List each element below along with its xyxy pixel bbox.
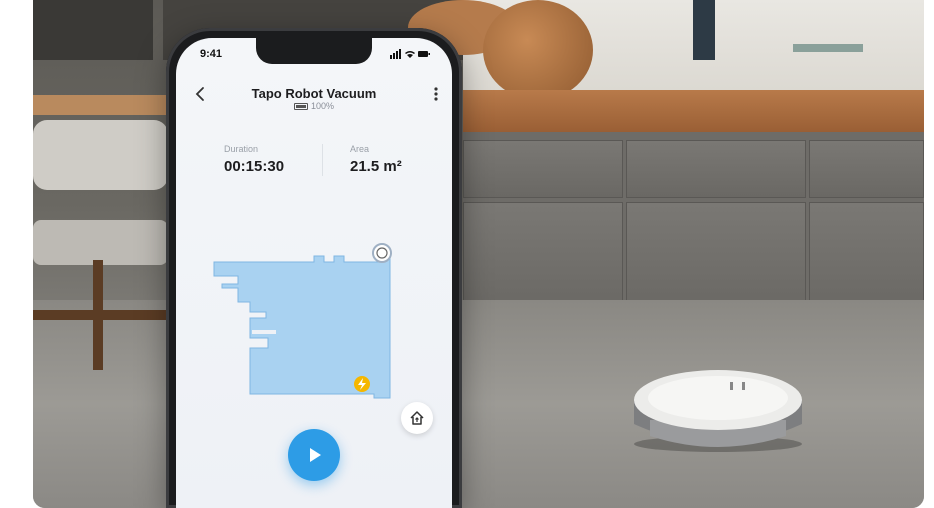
drawer xyxy=(626,202,806,312)
phone-notch xyxy=(256,38,372,64)
battery-icon xyxy=(293,103,308,111)
window-frame xyxy=(33,0,153,60)
robot-position-marker xyxy=(372,243,392,263)
app-screen: 9:41 Tapo Robot Vacuum 100% Duration 00:… xyxy=(176,38,452,508)
home-icon xyxy=(410,411,424,425)
more-vertical-icon xyxy=(434,87,438,101)
more-options-button[interactable] xyxy=(434,86,438,107)
phone-frame: 9:41 Tapo Robot Vacuum 100% Duration 00:… xyxy=(166,28,462,508)
drawer xyxy=(626,140,806,198)
area-value: 21.5 m² xyxy=(350,158,402,175)
charging-dock-marker xyxy=(354,376,370,392)
drawer xyxy=(809,140,924,198)
return-home-button[interactable] xyxy=(401,402,433,434)
page-title: Tapo Robot Vacuum xyxy=(251,86,377,101)
drawer xyxy=(809,202,924,312)
chair xyxy=(33,120,168,370)
cabinet xyxy=(463,132,924,320)
area-label: Area xyxy=(350,144,370,154)
drawer xyxy=(463,140,623,198)
status-icons xyxy=(390,49,430,59)
counter-top xyxy=(463,90,924,132)
status-time: 9:41 xyxy=(200,48,223,60)
play-icon xyxy=(310,448,321,462)
cleaning-map[interactable] xyxy=(212,218,402,403)
bottle xyxy=(693,0,715,60)
drawer xyxy=(463,202,623,312)
battery-percent: 100% xyxy=(310,101,335,111)
duration-label: Duration xyxy=(224,144,259,154)
duration-value: 00:15:30 xyxy=(224,158,285,175)
book xyxy=(793,44,863,52)
wooden-vase xyxy=(483,0,593,100)
marketing-scene: 9:41 Tapo Robot Vacuum 100% Duration 00:… xyxy=(0,0,934,508)
battery-status: 100% xyxy=(176,101,452,111)
stats-divider xyxy=(322,144,323,176)
start-cleaning-button[interactable] xyxy=(288,429,340,481)
robot-vacuum-photo xyxy=(634,370,802,452)
